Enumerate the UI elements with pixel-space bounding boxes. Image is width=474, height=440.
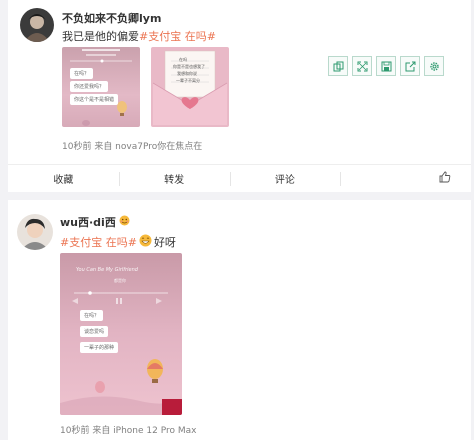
chat-bubble: 在吗？ [80,310,104,321]
post-text-body: 我已是他的偏爱 [62,30,139,43]
grin-emoji-icon [139,234,152,250]
letter-line: 在吗 [179,57,187,62]
like-button[interactable] [340,165,471,192]
comment-button[interactable]: 评论 [229,165,341,192]
song-title: You Can Be My Girlfriend [76,267,138,273]
letter-line: 一辈子不离分 [176,78,200,83]
collect-label: 收藏 [53,175,74,186]
image-toolbar [328,56,444,76]
chat-bubble: 你还爱我吗？ [70,81,109,92]
post-card-1: 不负如来不负卿lym 我已是他的偏爱#支付宝 在吗# 在吗？ 你还爱我吗？ 你这 [8,0,471,192]
comment-label: 评论 [274,175,295,186]
username[interactable]: 不负如来不负卿lym [62,10,161,26]
letter-line: 我想和你说 [177,71,197,76]
post-meta: 10秒前 来自 iPhone 12 Pro Max [60,426,197,436]
expand-icon [357,57,368,76]
chat-bubble: 在吗？ [70,68,94,79]
post-image-2[interactable]: 在吗 你是不是也想我了 我想和你说 一辈子不离分 [151,47,229,127]
letter-line: 你是不是也想我了 [173,64,205,69]
username: wu西·di西 [60,214,130,230]
save-button[interactable] [376,56,396,76]
save-icon [381,57,392,76]
chat-bubble: 你这个是不是相错 [70,94,119,105]
settings-icon [429,57,440,76]
face-emoji-icon [119,215,130,229]
copy-icon [333,57,344,76]
username-text[interactable]: wu西·di西 [60,214,116,230]
copy-button[interactable] [328,56,348,76]
repost-button[interactable]: 转发 [118,165,230,192]
chat-bubble: 谈恋爱吗 [80,326,109,337]
share-button[interactable] [400,56,420,76]
hashtag-link[interactable]: #支付宝 在吗# [60,234,137,250]
avatar[interactable] [17,214,53,250]
post-card-2: wu西·di西 #支付宝 在吗# 好呀 You Can Be My Girlfr… [8,200,471,440]
post-text: 我已是他的偏爱#支付宝 在吗# [62,28,216,44]
post-image-1[interactable]: 在吗？ 你还爱我吗？ 你这个是不是相错 [62,47,140,127]
thumbs-up-icon [439,171,451,186]
settings-button[interactable] [424,56,444,76]
song-artist: 都是你 [114,278,126,283]
expand-button[interactable] [352,56,372,76]
chat-bubble: 一辈子的那种 [80,342,119,353]
collect-button[interactable]: 收藏 [8,165,119,192]
post-meta: 10秒前 来自 nova7Pro你在焦点在 [62,142,203,152]
avatar[interactable] [20,8,54,42]
share-icon [405,57,416,76]
action-bar: 收藏 转发 评论 [8,164,471,192]
post-text-body: 好呀 [153,236,176,249]
post-text: #支付宝 在吗# 好呀 [60,234,176,250]
hashtag-link[interactable]: #支付宝 在吗# [139,30,216,43]
post-image-1[interactable]: You Can Be My Girlfriend 都是你 在吗？ 谈恋爱吗 一辈… [60,253,182,415]
repost-label: 转发 [164,175,185,186]
